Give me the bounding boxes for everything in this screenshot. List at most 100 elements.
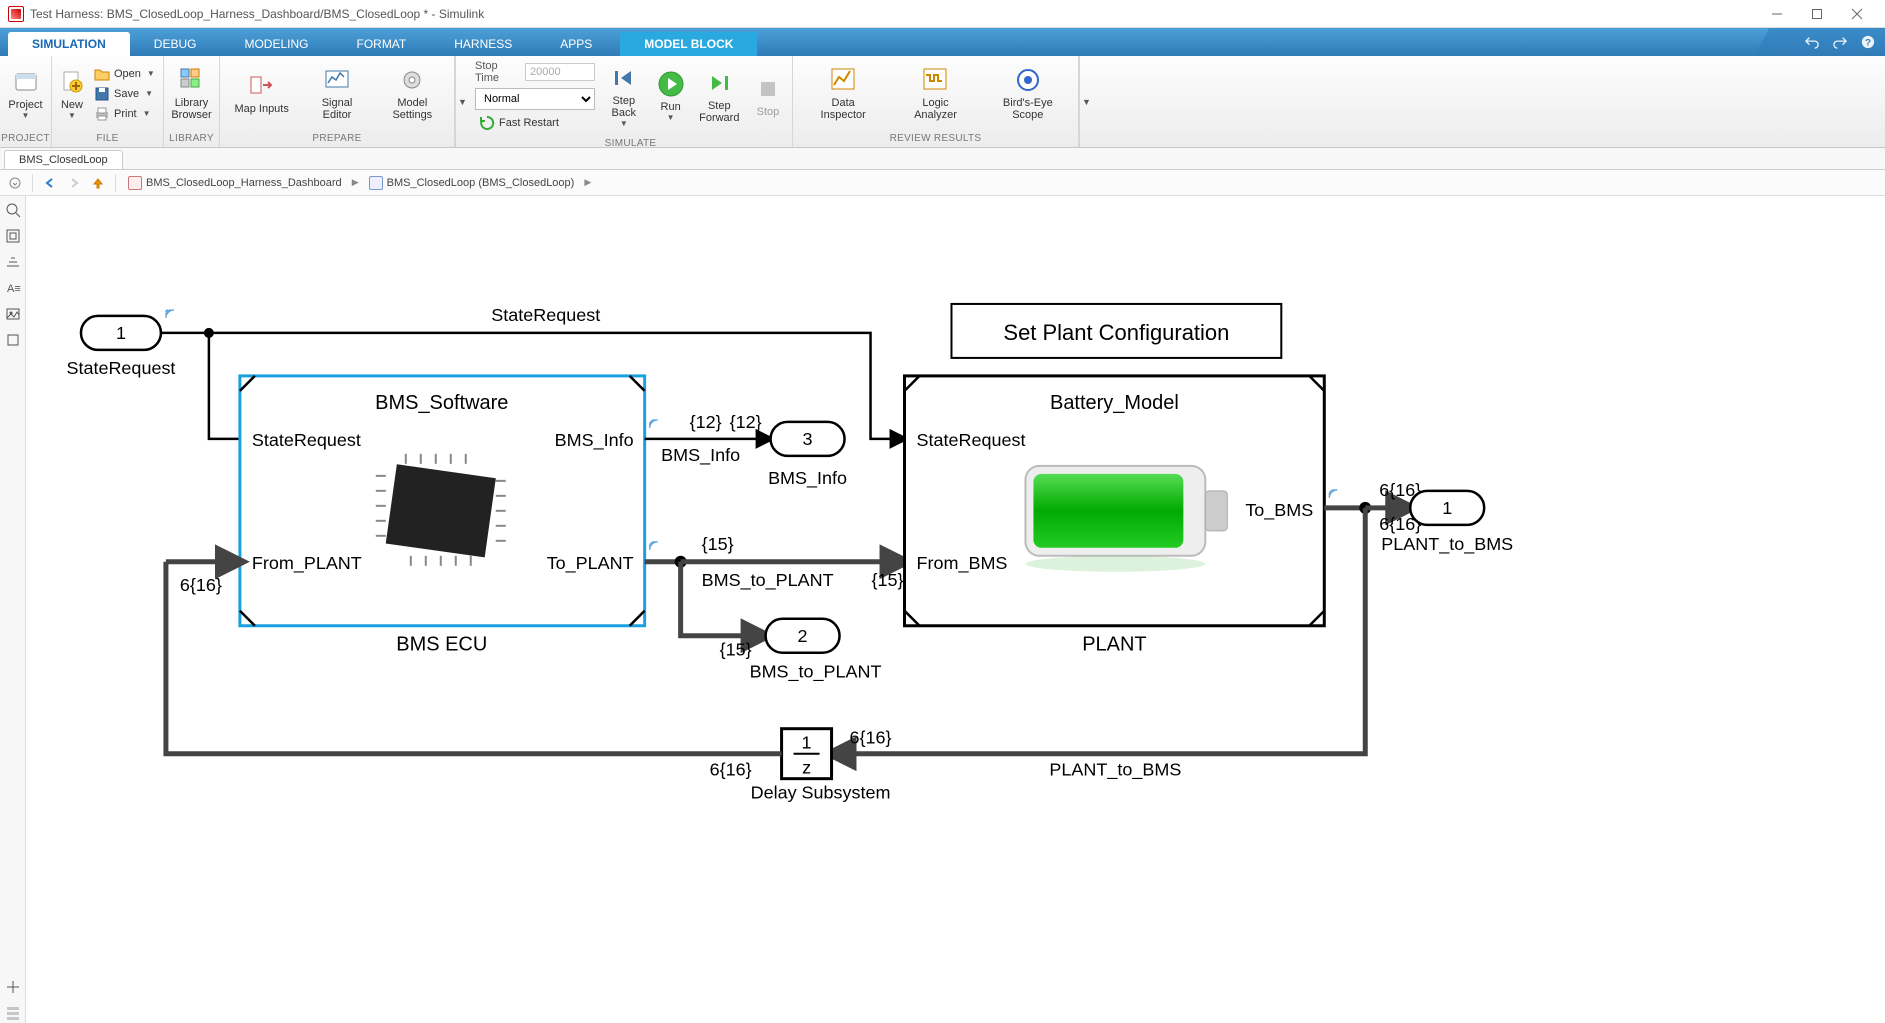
block-bms-ecu[interactable]: BMS_Software StateRequest BMS_Info From_…	[240, 376, 645, 656]
breadcrumb-caret-icon: ▶	[584, 177, 591, 188]
group-label-file: FILE	[52, 131, 163, 147]
signal-dim-to-plant-1: {15}	[702, 534, 734, 554]
group-label-library: LIBRARY	[164, 131, 219, 147]
tab-model-block[interactable]: MODEL BLOCK	[620, 32, 757, 56]
model-canvas[interactable]: 1 StateRequest StateRequest BMS_Software…	[26, 196, 1885, 1023]
inport-state-request[interactable]: 1 StateRequest	[66, 310, 175, 378]
tab-debug[interactable]: DEBUG	[130, 32, 221, 56]
zoom-fit-button[interactable]	[3, 200, 23, 220]
signal-dim-from-plant: 6{16}	[180, 575, 222, 595]
canvas-palette: A≡	[0, 196, 26, 1023]
tab-modeling[interactable]: MODELING	[220, 32, 332, 56]
svg-text:1: 1	[1442, 498, 1452, 518]
step-back-button[interactable]: Step Back▼	[603, 63, 645, 129]
fast-restart-button[interactable]: Fast Restart	[475, 114, 595, 132]
block-plant[interactable]: Battery_Model StateRequest From_BMS To_B…	[905, 376, 1325, 656]
area-button[interactable]	[3, 330, 23, 350]
map-inputs-button[interactable]: Map Inputs	[233, 61, 291, 127]
svg-text:z: z	[802, 758, 811, 778]
svg-text:Battery_Model: Battery_Model	[1050, 392, 1179, 414]
close-button[interactable]	[1837, 0, 1877, 28]
help-icon[interactable]: ?	[1861, 35, 1875, 49]
signal-label-state-request: StateRequest	[491, 305, 600, 325]
stop-time-label: Stop Time	[475, 60, 519, 84]
tab-simulation[interactable]: SIMULATION	[8, 32, 130, 56]
signal-dim-feedback: 6{16}	[850, 728, 892, 748]
svg-text:?: ?	[1865, 38, 1871, 49]
svg-text:BMS_Software: BMS_Software	[375, 392, 508, 414]
toggle-perspectives-button[interactable]	[3, 252, 23, 272]
maximize-button[interactable]	[1797, 0, 1837, 28]
signal-label-bms-info: BMS_Info	[661, 445, 740, 466]
model-browser-button[interactable]	[3, 977, 23, 997]
nav-up-button[interactable]	[89, 174, 107, 192]
breadcrumb-caret-icon: ▶	[352, 177, 359, 188]
annotation-set-plant-config[interactable]: Set Plant Configuration	[951, 304, 1281, 358]
birds-eye-scope-button[interactable]: Bird's-Eye Scope	[999, 61, 1057, 127]
svg-text:To_PLANT: To_PLANT	[547, 553, 634, 574]
app-icon	[8, 6, 24, 22]
print-button[interactable]: Print▼	[90, 105, 159, 123]
window-title: Test Harness: BMS_ClosedLoop_Harness_Das…	[30, 7, 484, 21]
new-project-button[interactable]: Project▼	[6, 61, 45, 127]
signal-dim-bms-info-1: {12}	[690, 412, 722, 432]
svg-text:PLANT_to_BMS: PLANT_to_BMS	[1381, 534, 1513, 555]
svg-text:BMS_Info: BMS_Info	[768, 468, 847, 489]
data-inspector-button[interactable]: Data Inspector	[814, 61, 872, 127]
open-button[interactable]: Open▼	[90, 65, 159, 83]
signal-dim-to-plant-3: {15}	[872, 570, 904, 590]
redo-icon[interactable]	[1833, 35, 1847, 49]
svg-text:Delay Subsystem: Delay Subsystem	[751, 783, 891, 803]
logic-analyzer-button[interactable]: Logic Analyzer	[906, 61, 964, 127]
outport-bms-to-plant[interactable]: 2 BMS_to_PLANT	[750, 619, 882, 683]
nav-forward-button[interactable]	[65, 174, 83, 192]
nav-back-button[interactable]	[41, 174, 59, 192]
document-tabs: BMS_ClosedLoop	[0, 148, 1885, 170]
doc-tab-bms-closedloop[interactable]: BMS_ClosedLoop	[4, 150, 123, 169]
toolstrip-tabs: SIMULATION DEBUG MODELING FORMAT HARNESS…	[0, 28, 1885, 56]
svg-text:Set Plant Configuration: Set Plant Configuration	[1003, 320, 1229, 345]
svg-text:StateRequest: StateRequest	[252, 430, 361, 450]
explorer-bar: BMS_ClosedLoop_Harness_Dashboard ▶ BMS_C…	[0, 170, 1885, 196]
minimize-button[interactable]	[1757, 0, 1797, 28]
tab-format[interactable]: FORMAT	[332, 32, 430, 56]
svg-text:From_PLANT: From_PLANT	[252, 553, 362, 574]
model-settings-button[interactable]: Model Settings	[383, 61, 441, 127]
annotation-button[interactable]: A≡	[3, 278, 23, 298]
image-button[interactable]	[3, 304, 23, 324]
tab-harness[interactable]: HARNESS	[430, 32, 536, 56]
svg-text:BMS_Info: BMS_Info	[555, 430, 634, 451]
step-forward-button[interactable]: Step Forward	[697, 63, 742, 129]
hide-browser-button[interactable]	[6, 174, 24, 192]
signal-editor-button[interactable]: Signal Editor	[308, 61, 366, 127]
window-titlebar: Test Harness: BMS_ClosedLoop_Harness_Das…	[0, 0, 1885, 28]
breadcrumb-child[interactable]: BMS_ClosedLoop (BMS_ClosedLoop)	[365, 174, 579, 192]
svg-text:PLANT: PLANT	[1082, 634, 1146, 656]
svg-text:A≡: A≡	[7, 283, 21, 295]
block-diagram: 1 StateRequest StateRequest BMS_Software…	[26, 196, 1885, 996]
group-label-simulate: SIMULATE	[469, 136, 792, 152]
svg-text:1: 1	[116, 323, 126, 343]
show-properties-button[interactable]	[3, 1003, 23, 1023]
svg-text:2: 2	[798, 626, 808, 646]
breadcrumb-root[interactable]: BMS_ClosedLoop_Harness_Dashboard	[124, 174, 346, 192]
signal-dim-to-plant-2: {15}	[720, 640, 752, 660]
simulation-mode-select[interactable]: Normal	[475, 88, 595, 110]
outport-bms-info[interactable]: 3 BMS_Info	[768, 422, 847, 489]
svg-text:StateRequest: StateRequest	[66, 358, 175, 378]
svg-text:BMS ECU: BMS ECU	[396, 634, 487, 656]
review-gallery-expand[interactable]: ▼	[1079, 56, 1093, 147]
svg-text:From_BMS: From_BMS	[917, 553, 1008, 574]
toolstrip-ribbon: Project▼ PROJECT New▼ Open▼ Save▼ Print▼…	[0, 56, 1885, 148]
stop-time-input[interactable]	[525, 63, 595, 81]
prepare-gallery-expand[interactable]: ▼	[455, 56, 469, 147]
fit-to-view-button[interactable]	[3, 226, 23, 246]
stop-button[interactable]: Stop	[750, 63, 786, 129]
new-button[interactable]: New▼	[58, 61, 86, 127]
signal-dim-bms-info-2: {12}	[730, 412, 762, 432]
save-button[interactable]: Save▼	[90, 85, 159, 103]
run-button[interactable]: Run▼	[653, 63, 689, 129]
tab-apps[interactable]: APPS	[536, 32, 616, 56]
undo-icon[interactable]	[1805, 35, 1819, 49]
library-browser-button[interactable]: Library Browser	[170, 61, 213, 127]
